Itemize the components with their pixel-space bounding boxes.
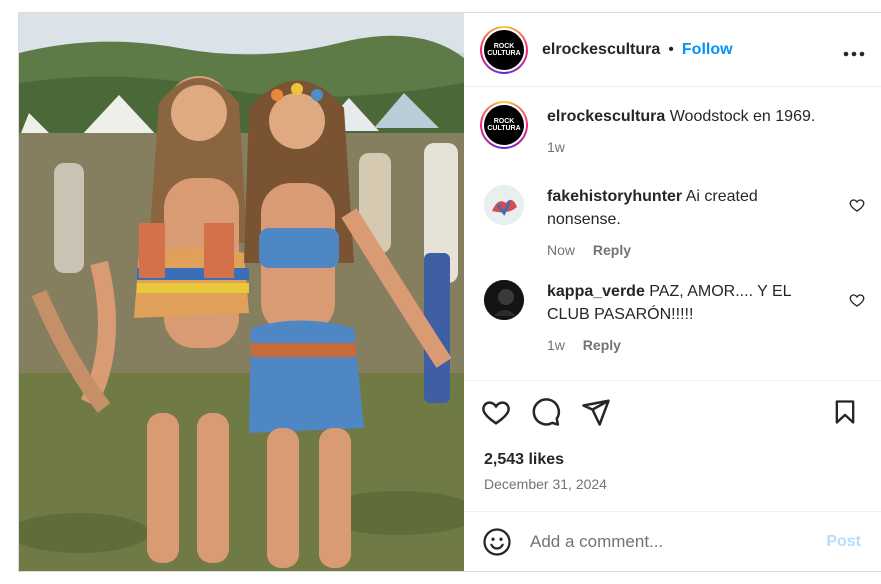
post-date[interactable]: December 31, 2024 — [484, 476, 607, 492]
bookmark-icon[interactable] — [829, 396, 861, 428]
comment-item: fakehistoryhunter Ai created nonsense. N… — [480, 185, 865, 262]
rock-cultura-logo: ROCK CULTURA — [484, 105, 524, 145]
comment-username[interactable]: fakehistoryhunter — [547, 188, 682, 205]
comments-list: ROCK CULTURA elrockescultura Woodstock e… — [464, 87, 881, 571]
post-side-panel: ROCK CULTURA elrockescultura • Follow RO… — [464, 13, 881, 571]
author-username[interactable]: elrockescultura — [542, 41, 660, 59]
post-header: ROCK CULTURA elrockescultura • Follow — [464, 13, 881, 87]
comment-item: kappa_verde PAZ, AMOR.... Y EL CLUB PASA… — [480, 280, 865, 357]
follow-button[interactable]: Follow — [682, 41, 733, 59]
heart-icon[interactable] — [480, 396, 512, 428]
send-icon[interactable] — [580, 396, 612, 428]
comment-time[interactable]: Now — [547, 242, 575, 258]
comment-like-heart-icon[interactable] — [849, 292, 865, 308]
separator-dot: • — [668, 40, 674, 58]
comment-username[interactable]: kappa_verde — [547, 283, 645, 300]
more-options-icon[interactable] — [843, 37, 865, 63]
post-actions-bar — [464, 380, 881, 443]
instagram-post: ROCK CULTURA elrockescultura • Follow RO… — [18, 12, 881, 572]
comment-icon[interactable] — [530, 396, 562, 428]
likes-count[interactable]: 2,543 likes — [484, 451, 564, 469]
comment-time[interactable]: 1w — [547, 337, 565, 353]
caption: ROCK CULTURA elrockescultura Woodstock e… — [480, 101, 865, 159]
comment-like-heart-icon[interactable] — [849, 197, 865, 213]
author-avatar[interactable]: ROCK CULTURA — [480, 25, 528, 74]
reply-button[interactable]: Reply — [583, 337, 621, 353]
reply-button[interactable]: Reply — [593, 242, 631, 258]
caption-username[interactable]: elrockescultura — [547, 108, 665, 125]
caption-avatar[interactable]: ROCK CULTURA — [480, 101, 528, 149]
post-comment-button[interactable]: Post — [826, 533, 861, 551]
comment-composer: Post — [464, 511, 881, 571]
post-photo[interactable] — [19, 13, 464, 571]
caption-time[interactable]: 1w — [547, 139, 565, 155]
commenter-avatar[interactable] — [484, 280, 524, 320]
woodstock-photo-illustration — [19, 13, 464, 571]
rock-cultura-logo: ROCK CULTURA — [484, 29, 524, 70]
caption-text: Woodstock en 1969. — [669, 108, 816, 125]
comment-input[interactable] — [530, 531, 827, 552]
commenter-avatar[interactable] — [484, 185, 524, 225]
emoji-icon[interactable] — [482, 527, 512, 557]
